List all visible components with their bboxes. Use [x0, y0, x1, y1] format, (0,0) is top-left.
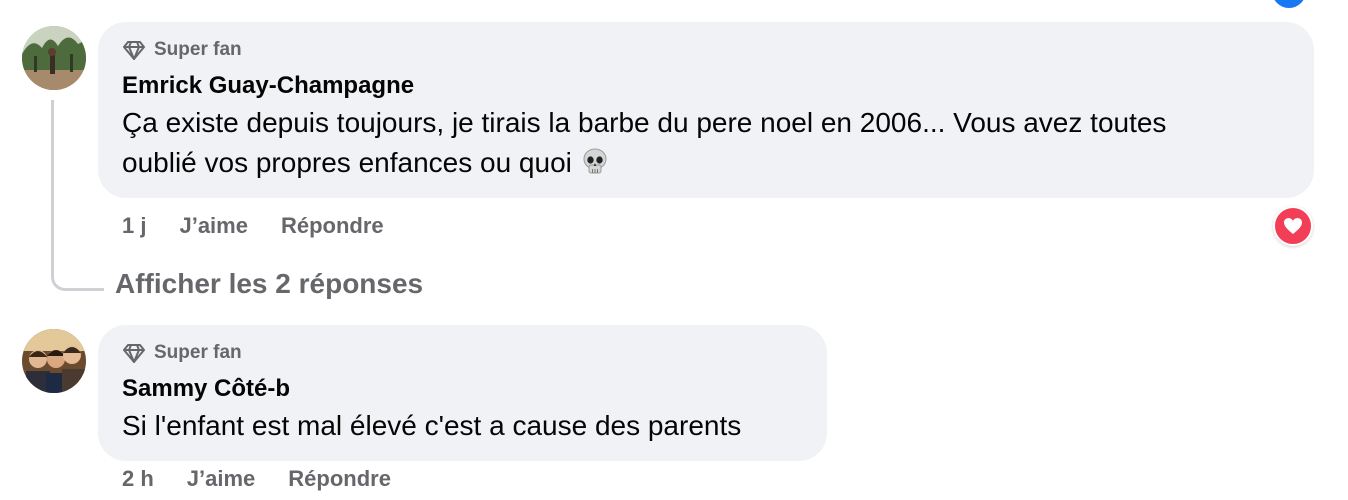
reply-button[interactable]: Répondre — [288, 466, 391, 492]
comment-bubble: Super fan Sammy Côté-b Si l'enfant est m… — [98, 325, 827, 461]
comment-actions: 1 j J’aime Répondre — [122, 213, 417, 239]
show-replies-link[interactable]: Afficher les 2 réponses — [115, 268, 423, 300]
comment-text-line-1: Si l'enfant est mal élevé c'est a cause … — [122, 410, 742, 441]
comment-timestamp[interactable]: 2 h — [122, 466, 154, 492]
comment-bubble: Super fan Emrick Guay-Champagne Ça exist… — [98, 22, 1314, 198]
avatar[interactable] — [22, 26, 86, 90]
badge-label: Super fan — [154, 39, 242, 60]
comment-author[interactable]: Sammy Côté-b — [122, 375, 290, 403]
like-button[interactable]: J’aime — [179, 213, 248, 239]
avatar[interactable] — [22, 329, 86, 393]
diamond-icon — [123, 344, 145, 363]
comment-actions: 2 h J’aime Répondre — [122, 466, 424, 492]
badge-label: Super fan — [154, 342, 242, 363]
comment-text-line-1: Ça existe depuis toujours, je tirais la … — [122, 107, 1167, 138]
previous-reaction-icon — [1272, 0, 1306, 8]
comment-author[interactable]: Emrick Guay-Champagne — [122, 72, 414, 100]
super-fan-badge: Super fan — [122, 341, 242, 365]
skull-icon — [582, 148, 608, 176]
like-button[interactable]: J’aime — [187, 466, 256, 492]
thread-line — [51, 100, 104, 291]
comment-text-line-2: oublié vos propres enfances ou quoi — [122, 144, 608, 182]
heart-reaction-icon[interactable] — [1273, 206, 1313, 246]
reply-button[interactable]: Répondre — [281, 213, 384, 239]
super-fan-badge: Super fan — [122, 38, 242, 62]
comment-timestamp[interactable]: 1 j — [122, 213, 146, 239]
diamond-icon — [123, 41, 145, 60]
